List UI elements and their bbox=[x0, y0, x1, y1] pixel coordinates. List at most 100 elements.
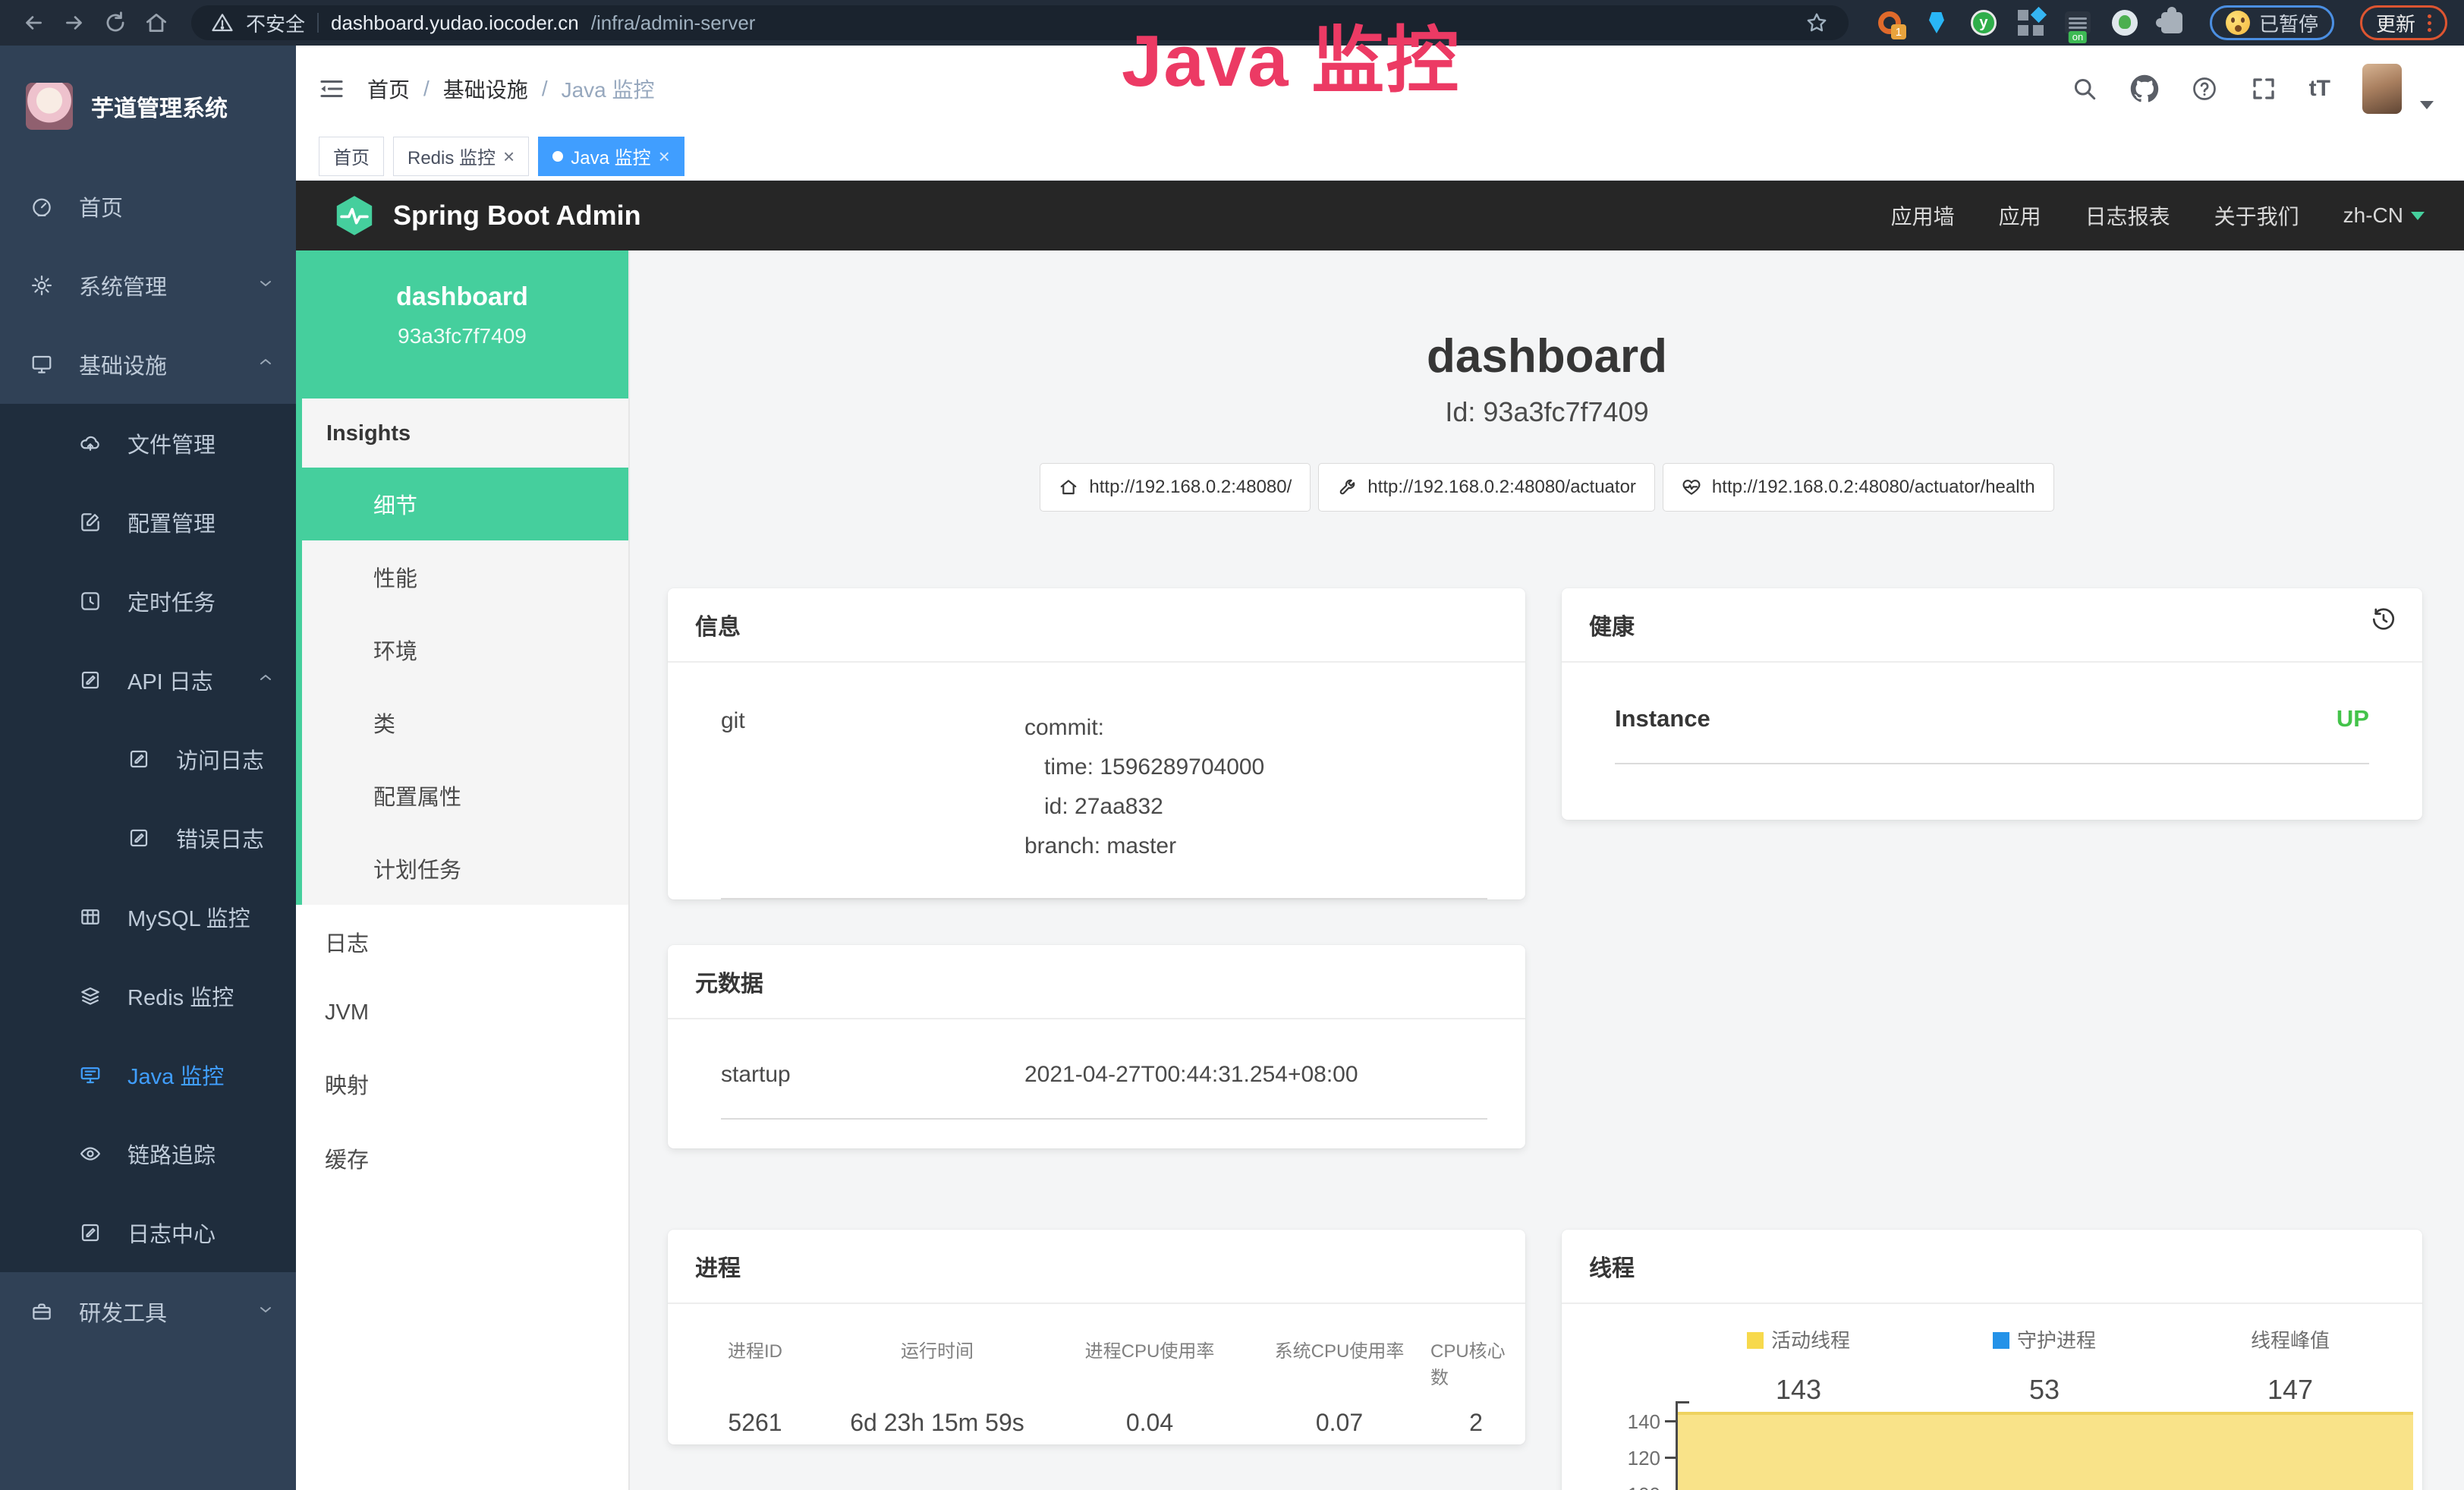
sidebar-item-access-log[interactable]: 访问日志 bbox=[0, 720, 296, 799]
card-health-title: 健康 bbox=[1562, 588, 2422, 663]
breadcrumb-home[interactable]: 首页 bbox=[367, 74, 410, 104]
service-url-button[interactable]: http://192.168.0.2:48080/ bbox=[1040, 463, 1311, 512]
sidebar-item-mysql-monitor[interactable]: MySQL 监控 bbox=[0, 877, 296, 956]
sba-instance-header[interactable]: dashboard 93a3fc7f7409 bbox=[296, 250, 628, 398]
bookmark-star-icon[interactable] bbox=[1805, 11, 1829, 35]
sba-nav-wall[interactable]: 应用墙 bbox=[1891, 200, 1955, 231]
sba-item-logs[interactable]: 日志 bbox=[296, 905, 628, 979]
sidebar-item-tracing[interactable]: 链路追踪 bbox=[0, 1114, 296, 1193]
main-column: 首页 / 基础设施 / Java 监控 bbox=[296, 46, 2464, 1490]
extension-circle-icon[interactable]: 1 bbox=[1876, 9, 1903, 36]
page-subtitle: Id: 93a3fc7f7409 bbox=[630, 396, 2464, 428]
browser-reload-icon[interactable] bbox=[99, 6, 132, 39]
close-icon[interactable]: × bbox=[659, 146, 670, 166]
sba-item-details[interactable]: 细节 bbox=[302, 468, 628, 540]
sidebar-item-api-log[interactable]: API 日志 bbox=[0, 641, 296, 720]
github-icon[interactable] bbox=[2130, 74, 2159, 103]
extension-y-icon[interactable]: y bbox=[1970, 9, 1997, 36]
sba-nav-about[interactable]: 关于我们 bbox=[2214, 200, 2299, 231]
chevron-up-icon bbox=[256, 352, 275, 377]
hamburger-icon[interactable] bbox=[317, 74, 346, 103]
sidebar-item-error-log[interactable]: 错误日志 bbox=[0, 799, 296, 877]
app-logo-image bbox=[26, 83, 73, 130]
security-label: 不安全 bbox=[246, 9, 305, 37]
sba-locale-select[interactable]: zh-CN bbox=[2343, 203, 2425, 228]
breadcrumb-infra[interactable]: 基础设施 bbox=[443, 74, 528, 104]
spring-boot-admin: Spring Boot Admin 应用墙 应用 日志报表 关于我们 zh-CN bbox=[296, 181, 2464, 1490]
sba-app-name: dashboard bbox=[304, 282, 621, 312]
sidebar-item-config-manage[interactable]: 配置管理 bbox=[0, 483, 296, 562]
legend-color-swatch bbox=[1993, 1332, 2009, 1349]
sba-item-environment[interactable]: 环境 bbox=[302, 613, 628, 686]
threads-legend: 活动线程 守护进程 线程峰值 bbox=[1676, 1325, 2413, 1353]
help-icon[interactable] bbox=[2191, 75, 2218, 102]
doc-edit-icon bbox=[79, 669, 102, 691]
sba-item-caches[interactable]: 缓存 bbox=[296, 1121, 628, 1195]
chevron-down-icon bbox=[256, 1299, 275, 1325]
workspace: 芋道管理系统 首页 系统管理 基础设施 bbox=[0, 46, 2464, 1490]
history-icon[interactable] bbox=[2371, 606, 2396, 636]
sba-nav-applications[interactable]: 应用 bbox=[1999, 200, 2041, 231]
sidebar-item-java-monitor[interactable]: Java 监控 bbox=[0, 1035, 296, 1114]
sba-nav-journal[interactable]: 日志报表 bbox=[2085, 200, 2170, 231]
font-size-icon[interactable]: tT bbox=[2309, 76, 2330, 102]
avatar-caret-icon[interactable] bbox=[2420, 101, 2434, 109]
avatar[interactable] bbox=[2362, 64, 2402, 114]
sidebar-item-scheduled-task[interactable]: 定时任务 bbox=[0, 562, 296, 641]
browser-menu-kebab-icon[interactable] bbox=[2428, 14, 2431, 32]
browser-forward-icon[interactable] bbox=[58, 6, 91, 39]
y-tick-120: 120 bbox=[1584, 1447, 1660, 1470]
browser-profile-chip[interactable]: 已暂停 bbox=[2210, 5, 2334, 40]
sidebar-item-redis-monitor[interactable]: Redis 监控 bbox=[0, 956, 296, 1035]
process-table-values: 5261 6d 23h 15m 59s 0.04 0.07 2 bbox=[668, 1409, 1525, 1437]
sba-nav: 应用墙 应用 日志报表 关于我们 zh-CN bbox=[1891, 200, 2425, 231]
sba-content: dashboard Id: 93a3fc7f7409 http://192.16… bbox=[630, 250, 2464, 1490]
profile-emoji-icon bbox=[2226, 11, 2250, 35]
sidebar-item-log-center[interactable]: 日志中心 bbox=[0, 1193, 296, 1272]
search-icon[interactable] bbox=[2071, 75, 2098, 102]
header-actions: tT bbox=[2071, 64, 2434, 114]
extension-grid-icon[interactable] bbox=[2017, 9, 2044, 36]
history-clock-icon bbox=[79, 590, 102, 613]
browser-home-icon[interactable] bbox=[140, 6, 173, 39]
sidebar-item-dev-tools[interactable]: 研发工具 bbox=[0, 1272, 296, 1351]
instance-links: http://192.168.0.2:48080/ http://192.168… bbox=[630, 463, 2464, 512]
status-badge: UP bbox=[2337, 705, 2369, 732]
screenshot-root: 不安全 dashboard.yudao.iocoder.cn /infra/ad… bbox=[0, 0, 2464, 1490]
fullscreen-icon[interactable] bbox=[2250, 75, 2277, 102]
sidebar-item-file-manage[interactable]: 文件管理 bbox=[0, 404, 296, 483]
browser-update-button[interactable]: 更新 bbox=[2360, 5, 2447, 40]
extension-on-badge: on bbox=[2069, 31, 2087, 43]
legend-daemon-threads: 守护进程 bbox=[1921, 1325, 2167, 1353]
sba-app-id: 93a3fc7f7409 bbox=[304, 324, 621, 348]
health-url-button[interactable]: http://192.168.0.2:48080/actuator/health bbox=[1663, 463, 2054, 512]
sidebar-item-system[interactable]: 系统管理 bbox=[0, 246, 296, 325]
extension-list-icon[interactable]: on bbox=[2064, 9, 2091, 36]
sidebar-item-home[interactable]: 首页 bbox=[0, 167, 296, 246]
url-path: /infra/admin-server bbox=[591, 11, 756, 35]
tab-java-monitor[interactable]: Java 监控 × bbox=[538, 137, 684, 176]
address-bar[interactable]: 不安全 dashboard.yudao.iocoder.cn /infra/ad… bbox=[191, 5, 1849, 40]
extensions-puzzle-icon[interactable] bbox=[2158, 9, 2186, 36]
update-label: 更新 bbox=[2376, 9, 2415, 37]
actuator-url-button[interactable]: http://192.168.0.2:48080/actuator bbox=[1318, 463, 1655, 512]
active-dot bbox=[552, 151, 563, 162]
extension-pin-icon[interactable] bbox=[1923, 9, 1950, 36]
sba-brand[interactable]: Spring Boot Admin bbox=[332, 194, 641, 238]
app-logo[interactable]: 芋道管理系统 bbox=[0, 46, 296, 167]
sidebar-item-infra[interactable]: 基础设施 bbox=[0, 325, 296, 404]
tab-redis-monitor[interactable]: Redis 监控 × bbox=[393, 137, 529, 176]
card-health: 健康 Instance UP bbox=[1562, 588, 2422, 820]
browser-back-icon[interactable] bbox=[17, 6, 50, 39]
sba-item-scheduled-tasks[interactable]: 计划任务 bbox=[302, 832, 628, 905]
sba-item-config-props[interactable]: 配置属性 bbox=[302, 759, 628, 832]
java-monitor-icon bbox=[79, 1063, 102, 1086]
chevron-up-icon bbox=[256, 668, 275, 693]
sba-item-classes[interactable]: 类 bbox=[302, 686, 628, 759]
sba-item-jvm[interactable]: JVM bbox=[296, 979, 628, 1047]
close-icon[interactable]: × bbox=[503, 146, 515, 166]
tab-home[interactable]: 首页 bbox=[319, 137, 384, 176]
sba-item-mappings[interactable]: 映射 bbox=[296, 1047, 628, 1121]
extension-sprout-icon[interactable] bbox=[2111, 9, 2138, 36]
sba-item-metrics[interactable]: 性能 bbox=[302, 540, 628, 613]
